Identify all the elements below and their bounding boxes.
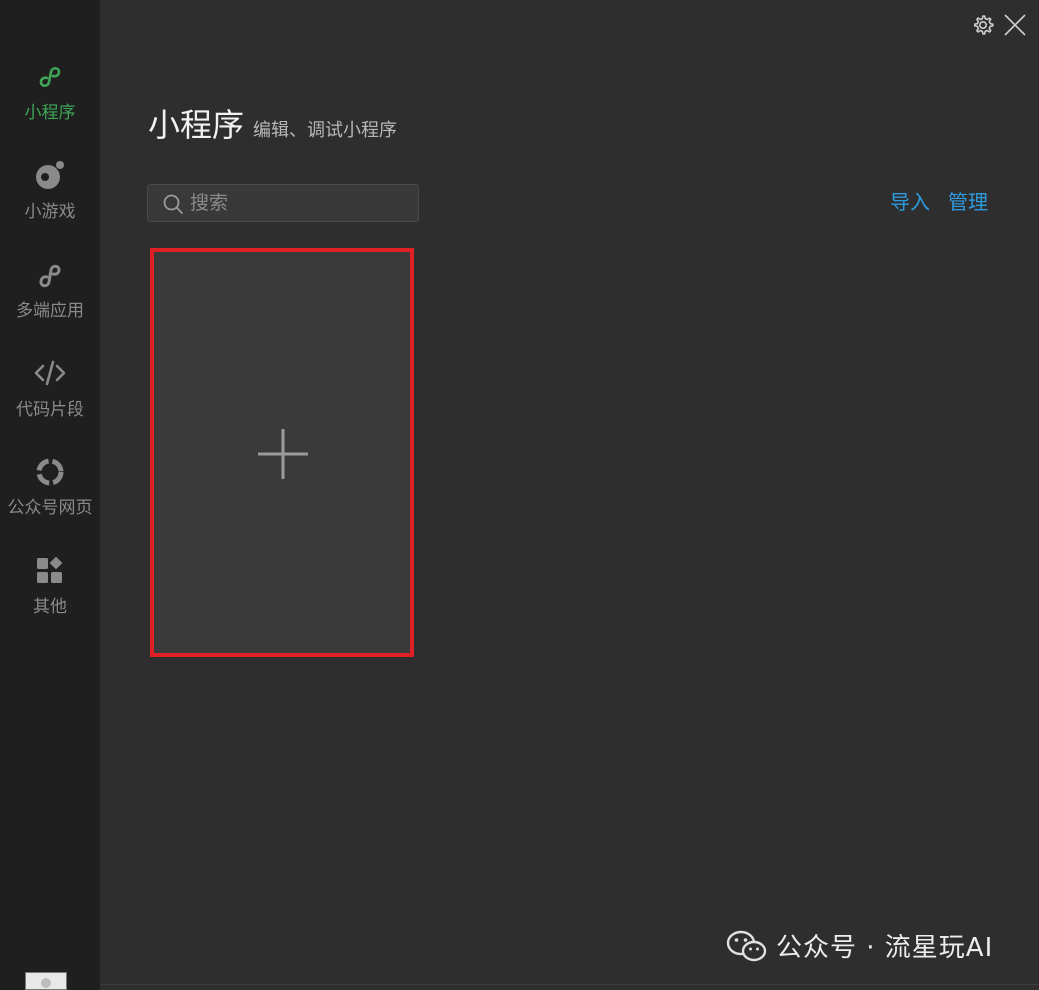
app-window: 小程序 小游戏 多端应用 代码片段 公众号网页 其他 小程序 编辑、调试小程序 … bbox=[0, 0, 1039, 990]
sidebar-item-other[interactable]: 其他 bbox=[0, 554, 100, 634]
sidebar-item-mini-game[interactable]: 小游戏 bbox=[0, 159, 100, 239]
settings-button[interactable] bbox=[970, 12, 996, 38]
plus-icon bbox=[258, 429, 308, 479]
sidebar-item-label: 其他 bbox=[33, 597, 67, 617]
gear-icon bbox=[970, 15, 996, 42]
new-project-card[interactable] bbox=[150, 248, 414, 657]
sidebar-item-mini-program[interactable]: 小程序 bbox=[0, 60, 100, 140]
bottom-divider bbox=[100, 984, 1039, 985]
search-icon bbox=[162, 193, 184, 215]
sidebar-item-code-snippet[interactable]: 代码片段 bbox=[0, 357, 100, 437]
wechat-icon bbox=[726, 930, 768, 964]
official-account-icon bbox=[33, 455, 67, 489]
sidebar-item-label: 小程序 bbox=[24, 103, 76, 123]
import-button[interactable]: 导入 bbox=[890, 188, 930, 216]
avatar[interactable] bbox=[25, 972, 67, 990]
search-box bbox=[147, 184, 419, 222]
sidebar: 小程序 小游戏 多端应用 代码片段 公众号网页 其他 bbox=[0, 0, 100, 990]
search-input[interactable] bbox=[190, 185, 410, 221]
code-icon bbox=[33, 357, 67, 391]
sidebar-item-label: 代码片段 bbox=[16, 400, 84, 420]
sidebar-item-label: 多端应用 bbox=[16, 301, 84, 321]
mini-game-icon bbox=[33, 159, 67, 193]
grid-icon bbox=[33, 554, 67, 588]
mini-program-icon bbox=[33, 60, 67, 94]
close-icon bbox=[1002, 14, 1028, 42]
close-button[interactable] bbox=[1002, 12, 1028, 38]
multi-platform-icon bbox=[33, 258, 67, 292]
sidebar-item-official-account[interactable]: 公众号网页 bbox=[0, 455, 100, 535]
page-title: 小程序 bbox=[148, 106, 245, 144]
page-subtitle: 编辑、调试小程序 bbox=[253, 120, 397, 141]
sidebar-item-label: 公众号网页 bbox=[7, 498, 93, 518]
sidebar-item-label: 小游戏 bbox=[24, 202, 76, 222]
manage-button[interactable]: 管理 bbox=[948, 188, 988, 216]
watermark-text: 公众号 · 流星玩AI bbox=[776, 933, 994, 963]
sidebar-item-multi-platform[interactable]: 多端应用 bbox=[0, 258, 100, 338]
